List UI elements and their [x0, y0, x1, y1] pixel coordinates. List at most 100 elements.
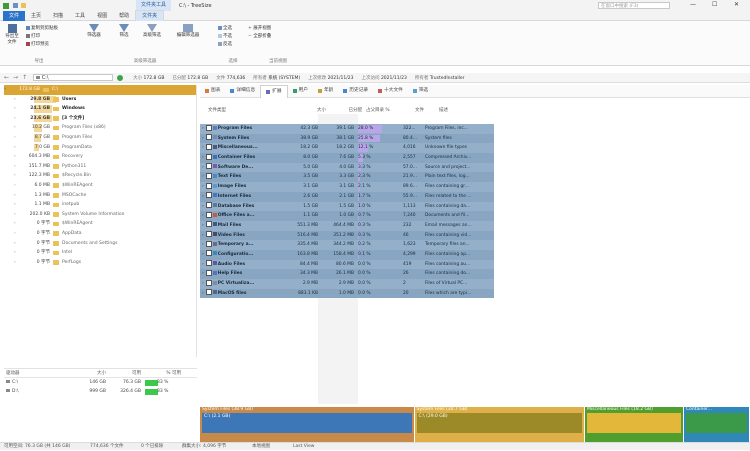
view-tab[interactable]: 历史记录: [338, 85, 373, 97]
filetype-row[interactable]: ›Program Files42.3 GB39.1 GB28.0 %322...…: [200, 124, 494, 134]
tree-row[interactable]: ›0 字节AppData: [4, 229, 196, 239]
expand-view-button[interactable]: + 展开视图: [248, 25, 271, 31]
expand-toggle-icon[interactable]: ›: [14, 114, 16, 124]
row-checkbox[interactable]: [206, 163, 212, 169]
expand-toggle-icon[interactable]: ›: [14, 162, 16, 172]
expand-toggle-icon[interactable]: ›: [202, 174, 204, 179]
filetype-row[interactable]: ›System Files38.9 GB38.1 GB25.8 %80.4...…: [200, 134, 494, 144]
expand-toggle-icon[interactable]: ›: [202, 213, 204, 218]
drive-row[interactable]: D:\999 GB326.4 GB33 %: [4, 387, 197, 396]
quick-folder-icon[interactable]: [21, 3, 26, 8]
filetype-row[interactable]: ›Miscellaneous...18.2 GB18.2 GB12.1 %4,0…: [200, 143, 494, 153]
expand-toggle-icon[interactable]: ›: [202, 165, 204, 170]
tree-row[interactable]: ›1.3 MBMSOCache: [4, 191, 196, 201]
row-checkbox[interactable]: [206, 260, 212, 266]
maximize-button[interactable]: ☐: [712, 1, 717, 8]
search-box[interactable]: 在窗口中搜索 (F3): [598, 2, 670, 9]
copy-clipboard-button[interactable]: 复制到剪贴板: [26, 25, 58, 31]
scan-go-icon[interactable]: [117, 75, 123, 81]
expand-toggle-icon[interactable]: ›: [14, 133, 16, 143]
expand-toggle-icon[interactable]: ›: [202, 155, 204, 160]
expand-toggle-icon[interactable]: ›: [14, 181, 16, 191]
expand-toggle-icon[interactable]: ›: [202, 271, 204, 276]
treemap-inner[interactable]: C:\ (29.0 GB): [417, 413, 583, 433]
minimize-button[interactable]: —: [690, 1, 696, 8]
expand-toggle-icon[interactable]: ›: [202, 252, 204, 257]
view-tab[interactable]: 年龄: [313, 85, 338, 97]
tree-row[interactable]: ›0 字节Documents and Settings: [4, 239, 196, 249]
tab-tools[interactable]: 工具: [69, 11, 91, 21]
view-tab[interactable]: 用户: [288, 85, 313, 97]
col-header-pct[interactable]: 占父目录 %: [362, 107, 411, 113]
row-checkbox[interactable]: [206, 134, 212, 140]
row-checkbox[interactable]: [206, 183, 212, 189]
expand-toggle-icon[interactable]: ›: [14, 123, 16, 133]
filetype-row[interactable]: ›Help Files34.3 MB26.1 MB0.0 %26Files co…: [200, 269, 494, 279]
view-tab[interactable]: 详细信息: [225, 85, 260, 97]
expand-toggle-icon[interactable]: ›: [202, 233, 204, 238]
filetype-row[interactable]: ›Image Files3.1 GB3.1 GB2.1 %89.6...File…: [200, 182, 494, 192]
tree-row[interactable]: ›0 字节Intel: [4, 248, 196, 258]
filetype-row[interactable]: ›MacOS files883.1 KB1.0 MB0.0 %20Files w…: [200, 289, 494, 299]
invert-select-button[interactable]: 反选: [218, 41, 232, 47]
tab-home[interactable]: 主页: [25, 11, 47, 21]
expand-toggle-icon[interactable]: ›: [14, 239, 16, 249]
expand-toggle-icon[interactable]: ›: [202, 281, 204, 286]
treemap-block[interactable]: Container...: [684, 407, 750, 442]
expand-toggle-icon[interactable]: ›: [14, 171, 16, 181]
expand-toggle-icon[interactable]: ›: [14, 152, 16, 162]
filetype-table[interactable]: ›Program Files42.3 GB39.1 GB28.0 %322...…: [200, 124, 494, 319]
tree-row[interactable]: ›8.7 GBProgram Files: [4, 133, 196, 143]
export-button[interactable]: 导出至文件: [4, 24, 20, 45]
collapse-all-button[interactable]: − 全部折叠: [248, 33, 271, 39]
print-button[interactable]: 打印: [26, 33, 40, 39]
tab-view[interactable]: 视图: [91, 11, 113, 21]
expand-toggle-icon[interactable]: ›: [202, 204, 204, 209]
tree-row[interactable]: ›604.3 MBRecovery: [4, 152, 196, 162]
row-checkbox[interactable]: [206, 221, 212, 227]
tree-row[interactable]: ›122.3 MB$Recycle.Bin: [4, 171, 196, 181]
drive-row[interactable]: C:\146 GB76.3 GB33 %: [4, 378, 197, 387]
row-checkbox[interactable]: [206, 270, 212, 276]
tree-row[interactable]: ›0 字节PerfLogs: [4, 258, 196, 268]
expand-toggle-icon[interactable]: ›: [202, 126, 204, 131]
expand-toggle-icon[interactable]: ›: [202, 145, 204, 150]
expand-toggle-icon[interactable]: ›: [14, 258, 16, 268]
filetype-row[interactable]: ›PC Virtualiza...2.9 MB2.9 MB0.0 %2Files…: [200, 279, 494, 289]
tree-row[interactable]: ›1.1 MBinetpub: [4, 200, 196, 210]
drive-header-size[interactable]: 大小: [66, 370, 106, 376]
filetype-row[interactable]: ›Internet Files2.6 GB2.1 GB1.7 %55.9...F…: [200, 192, 494, 202]
view-tab[interactable]: 图表: [200, 85, 225, 97]
expand-toggle-icon[interactable]: ›: [202, 184, 204, 189]
expand-toggle-icon[interactable]: ›: [14, 210, 16, 220]
expand-toggle-icon[interactable]: ›: [202, 194, 204, 199]
col-header-type[interactable]: 文件类型: [200, 107, 291, 113]
expand-toggle-icon[interactable]: ›: [14, 104, 16, 114]
col-header-alloc[interactable]: 已分配: [326, 107, 362, 113]
row-checkbox[interactable]: [206, 173, 212, 179]
row-checkbox[interactable]: [206, 250, 212, 256]
treemap-block[interactable]: Miscellaneous Files (18.2 GB): [585, 407, 684, 442]
drive-header-name[interactable]: 驱动器: [4, 370, 66, 376]
view-tab[interactable]: 筛选: [408, 85, 433, 97]
filetype-row[interactable]: ›Audio Files84.4 MB80.6 MB0.0 %419Files …: [200, 260, 494, 270]
row-checkbox[interactable]: [206, 241, 212, 247]
row-checkbox[interactable]: [206, 289, 212, 295]
col-header-files[interactable]: 文件: [411, 107, 435, 113]
expand-toggle-icon[interactable]: ›: [202, 223, 204, 228]
treemap-block[interactable]: System Files (30.7 GB)C:\ (29.0 GB): [415, 407, 586, 442]
row-checkbox[interactable]: [206, 125, 212, 131]
edit-filter-button[interactable]: 编辑筛选器: [168, 24, 208, 38]
advanced-filter-button[interactable]: 高级筛选: [138, 24, 166, 38]
tree-row[interactable]: ›0 字节$WinREAgent: [4, 219, 196, 229]
row-checkbox[interactable]: [206, 202, 212, 208]
tab-file[interactable]: 文件: [3, 11, 25, 21]
treemap-inner[interactable]: [686, 413, 747, 433]
expand-toggle-icon[interactable]: ›: [14, 191, 16, 201]
tree-row[interactable]: ›24.1 GBWindows: [4, 104, 196, 114]
drive-header-free[interactable]: 可用: [106, 370, 141, 376]
expand-toggle-icon[interactable]: ›: [14, 219, 16, 229]
view-tab[interactable]: 扩展: [260, 85, 287, 98]
up-icon[interactable]: ↑: [22, 74, 27, 81]
select-none-button[interactable]: 不选: [218, 33, 232, 39]
